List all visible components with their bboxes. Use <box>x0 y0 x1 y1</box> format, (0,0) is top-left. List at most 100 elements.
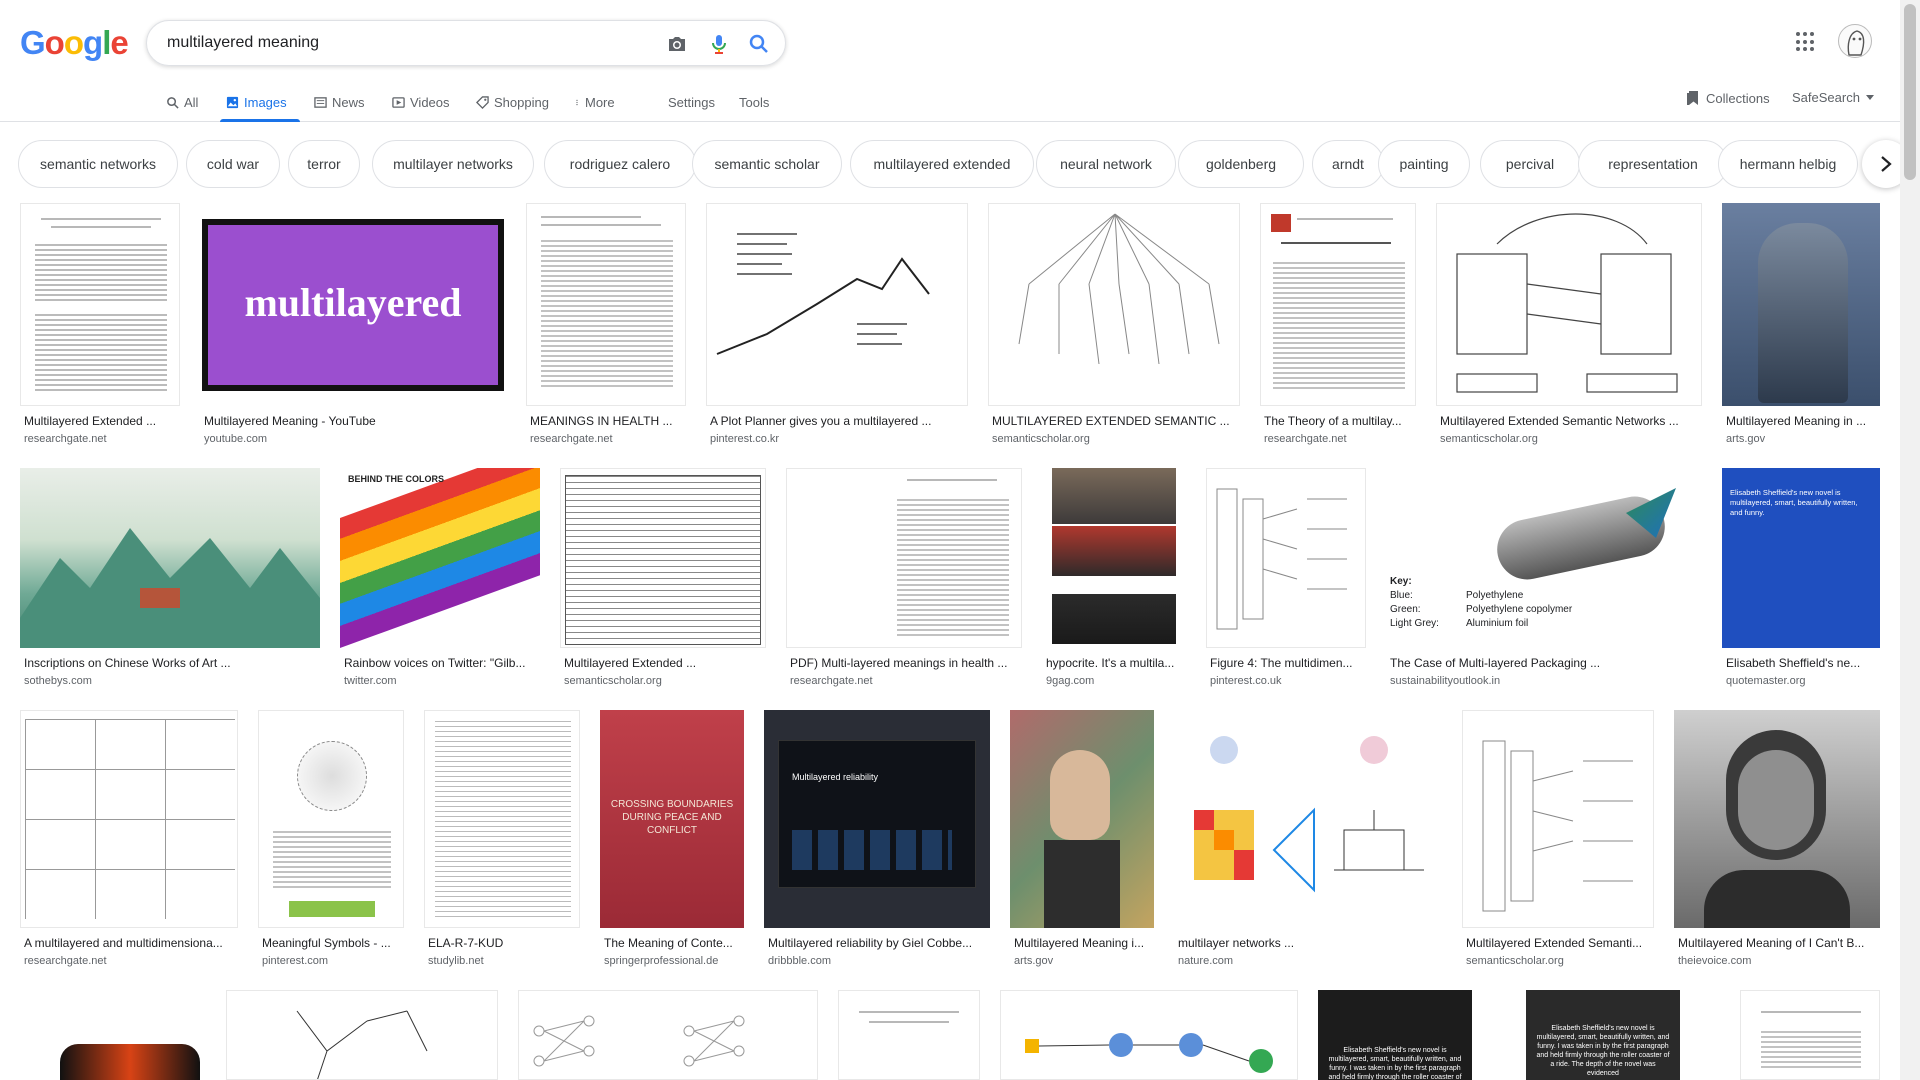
chip[interactable]: multilayered extended <box>850 140 1034 188</box>
safesearch-menu[interactable]: SafeSearch <box>1792 90 1874 105</box>
image-result[interactable] <box>20 990 206 1080</box>
result-title[interactable]: Figure 4: The multidimen... <box>1210 656 1366 670</box>
result-source[interactable]: sothebys.com <box>24 675 320 687</box>
result-thumbnail[interactable] <box>706 203 968 406</box>
image-result[interactable]: PDF) Multi-layered meanings in health ..… <box>786 468 1022 688</box>
result-title[interactable]: A Plot Planner gives you a multilayered … <box>710 414 966 428</box>
result-thumbnail[interactable] <box>20 710 238 928</box>
collections-link[interactable]: Collections <box>1686 90 1770 106</box>
result-thumbnail[interactable] <box>1260 203 1416 406</box>
result-title[interactable]: Multilayered Meaning - YouTube <box>204 414 504 428</box>
image-result[interactable]: ELA-R-7-KUD studylib.net <box>424 710 580 972</box>
result-source[interactable]: researchgate.net <box>530 433 686 445</box>
image-result[interactable]: Multilayered Meaning in ... arts.gov <box>1722 203 1880 445</box>
image-result[interactable]: Multilayered Extended Semantic Networks … <box>1436 203 1702 445</box>
result-title[interactable]: Meaningful Symbols - ... <box>262 936 404 950</box>
result-title[interactable]: The Case of Multi-layered Packaging ... <box>1390 656 1702 670</box>
image-result[interactable]: Multilayered Extended Semanti... semanti… <box>1462 710 1654 972</box>
result-title[interactable]: Multilayered Extended ... <box>24 414 180 428</box>
result-source[interactable]: pinterest.co.uk <box>1210 675 1366 687</box>
image-result[interactable] <box>518 990 818 1080</box>
image-result[interactable]: multilayer networks ... nature.com <box>1174 710 1442 972</box>
result-thumbnail[interactable] <box>1000 990 1298 1080</box>
image-result[interactable]: Multilayered Meaning i... arts.gov <box>1010 710 1154 972</box>
image-result[interactable]: CROSSING BOUNDARIES DURING PEACE AND CON… <box>600 710 744 972</box>
result-title[interactable]: Elisabeth Sheffield's ne... <box>1726 656 1880 670</box>
result-thumbnail[interactable] <box>1010 710 1154 928</box>
result-thumbnail[interactable]: CROSSING BOUNDARIES DURING PEACE AND CON… <box>600 710 744 928</box>
chip[interactable]: arndt <box>1312 140 1384 188</box>
tab-all[interactable]: All <box>166 90 198 114</box>
result-title[interactable]: Multilayered Meaning i... <box>1014 936 1154 950</box>
result-thumbnail[interactable]: Key: Blue: Green: Light Grey: Polyethyle… <box>1386 468 1702 648</box>
page-scrollbar[interactable] <box>1900 0 1920 1080</box>
chip[interactable]: neural network <box>1036 140 1176 188</box>
result-title[interactable]: Multilayered Meaning in ... <box>1726 414 1880 428</box>
image-result[interactable] <box>1000 990 1298 1080</box>
result-thumbnail[interactable] <box>1740 990 1880 1080</box>
result-thumbnail[interactable] <box>226 990 498 1080</box>
image-result[interactable]: Meaningful Symbols - ... pinterest.com <box>258 710 404 972</box>
result-title[interactable]: The Theory of a multilay... <box>1264 414 1416 428</box>
result-source[interactable]: arts.gov <box>1014 955 1154 967</box>
result-source[interactable]: studylib.net <box>428 955 580 967</box>
result-source[interactable]: arts.gov <box>1726 433 1880 445</box>
result-source[interactable]: pinterest.co.kr <box>710 433 966 445</box>
scrollbar-thumb[interactable] <box>1904 4 1916 180</box>
result-thumbnail[interactable] <box>20 203 180 406</box>
image-result[interactable]: MEANINGS IN HEALTH ... researchgate.net <box>526 203 686 445</box>
chip[interactable]: terror <box>288 140 360 188</box>
result-source[interactable]: nature.com <box>1178 955 1442 967</box>
result-source[interactable]: pinterest.com <box>262 955 404 967</box>
result-thumbnail[interactable] <box>20 468 320 648</box>
image-result[interactable]: Multilayered Meaning of I Can't B... the… <box>1674 710 1880 972</box>
result-thumbnail[interactable] <box>1722 203 1880 406</box>
camera-icon[interactable] <box>665 32 689 56</box>
result-title[interactable]: MEANINGS IN HEALTH ... <box>530 414 686 428</box>
result-thumbnail[interactable]: Elisabeth Sheffield's new novel is multi… <box>1318 990 1472 1080</box>
result-thumbnail[interactable] <box>526 203 686 406</box>
result-source[interactable]: twitter.com <box>344 675 540 687</box>
search-input[interactable]: multilayered meaning <box>167 34 319 52</box>
tab-news[interactable]: News <box>314 90 365 114</box>
image-result[interactable]: Elisabeth Sheffield's new novel is multi… <box>1526 990 1680 1080</box>
image-result[interactable]: MULTILAYERED EXTENDED SEMANTIC ... seman… <box>988 203 1240 445</box>
image-result[interactable]: BEHIND THE COLORS Rainbow voices on Twit… <box>340 468 540 688</box>
result-source[interactable]: researchgate.net <box>24 955 238 967</box>
avatar[interactable] <box>1838 24 1872 58</box>
result-source[interactable]: semanticscholar.org <box>992 433 1238 445</box>
apps-grid-icon[interactable] <box>1796 32 1816 52</box>
result-title[interactable]: MULTILAYERED EXTENDED SEMANTIC ... <box>992 414 1238 428</box>
result-source[interactable]: researchgate.net <box>24 433 180 445</box>
result-thumbnail[interactable] <box>518 990 818 1080</box>
result-thumbnail[interactable] <box>1206 468 1366 648</box>
result-title[interactable]: PDF) Multi-layered meanings in health ..… <box>790 656 1022 670</box>
tab-tools[interactable]: Tools <box>739 90 769 114</box>
image-result[interactable]: multilayered Multilayered Meaning - YouT… <box>200 203 506 445</box>
result-title[interactable]: Multilayered Extended ... <box>564 656 766 670</box>
result-title[interactable]: Multilayered reliability by Giel Cobbe..… <box>768 936 990 950</box>
image-result[interactable]: A Plot Planner gives you a multilayered … <box>706 203 968 445</box>
result-source[interactable]: quotemaster.org <box>1726 675 1880 687</box>
result-thumbnail[interactable] <box>1042 468 1182 648</box>
chip[interactable]: painting <box>1378 140 1470 188</box>
chip[interactable]: rodriguez calero <box>544 140 696 188</box>
result-thumbnail[interactable] <box>1436 203 1702 406</box>
result-thumbnail[interactable] <box>1674 710 1880 928</box>
image-result[interactable]: Multilayered Extended ... researchgate.n… <box>20 203 180 445</box>
result-thumbnail[interactable] <box>258 710 404 928</box>
tab-shopping[interactable]: Shopping <box>476 90 549 114</box>
result-source[interactable]: youtube.com <box>204 433 504 445</box>
tab-images[interactable]: Images <box>226 90 287 114</box>
result-thumbnail[interactable]: Elisabeth Sheffield's new novel is multi… <box>1526 990 1680 1080</box>
chip[interactable]: representation <box>1578 140 1728 188</box>
chip[interactable]: semantic networks <box>18 140 178 188</box>
image-result[interactable]: Figure 4: The multidimen... pinterest.co… <box>1206 468 1366 688</box>
result-title[interactable]: hypocrite. It's a multila... <box>1046 656 1182 670</box>
result-thumbnail[interactable] <box>424 710 580 928</box>
result-thumbnail[interactable] <box>1462 710 1654 928</box>
result-title[interactable]: ELA-R-7-KUD <box>428 936 580 950</box>
chip[interactable]: multilayer networks <box>372 140 534 188</box>
image-result[interactable]: Multilayered reliability Multilayered re… <box>764 710 990 972</box>
result-source[interactable]: sustainabilityoutlook.in <box>1390 675 1702 687</box>
